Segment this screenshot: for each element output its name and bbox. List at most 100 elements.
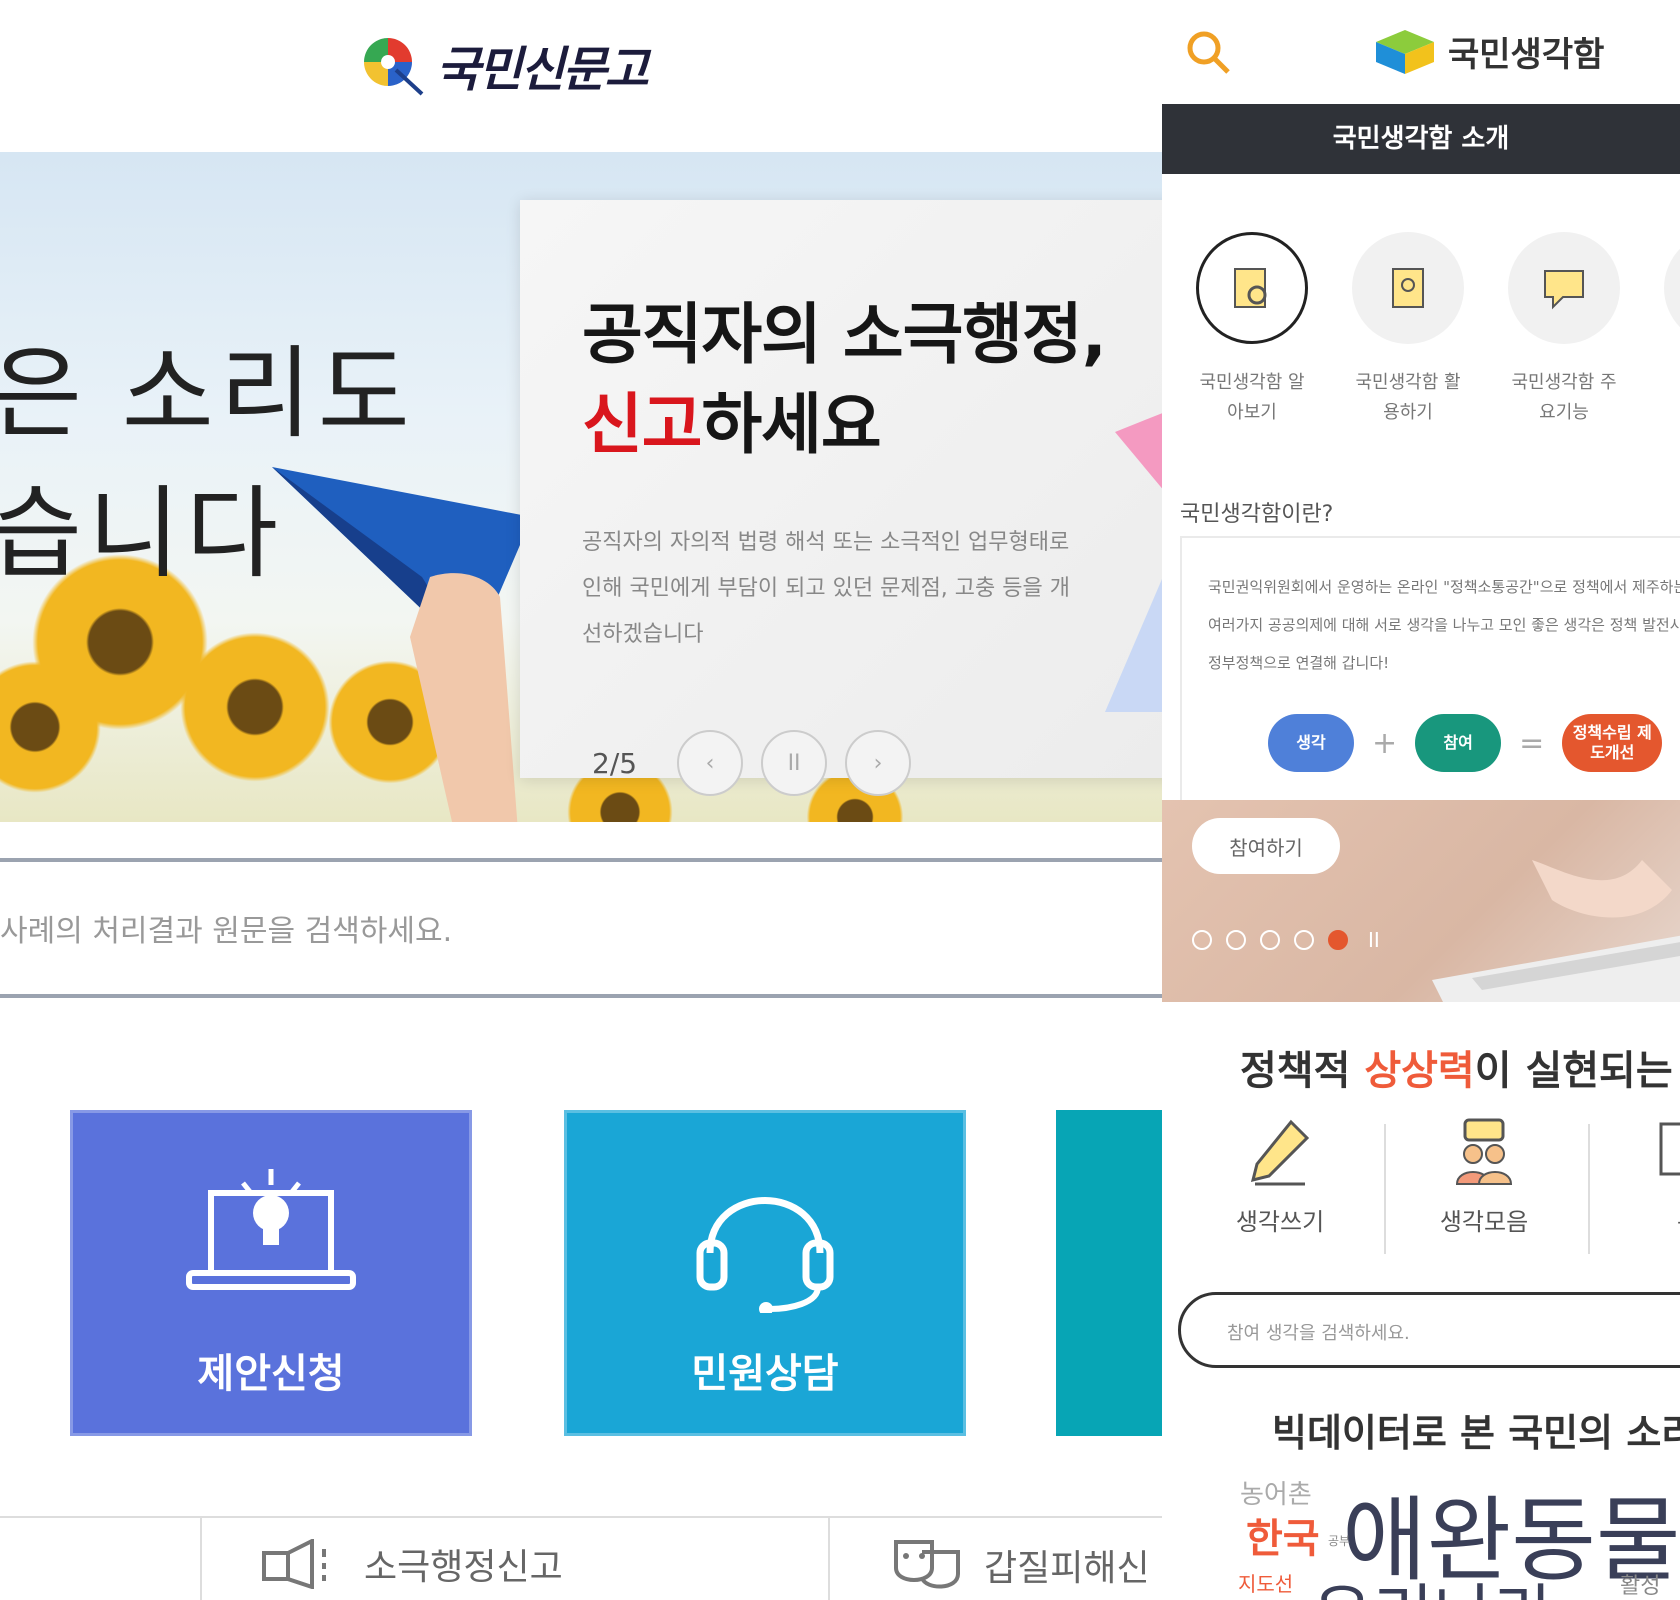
hero-background-text-2: 습니다 (0, 478, 284, 590)
mobile-header: 국민생각함 (1162, 0, 1680, 104)
bottom-quick-links: 소극행정신고 갑질피해신 (0, 1516, 1162, 1600)
participate-button[interactable]: 참여하기 (1192, 818, 1340, 874)
slide-dot-5[interactable] (1328, 930, 1348, 950)
feature-icons: 생각쓰기 생각모음 특 (1162, 1118, 1680, 1258)
menu-features[interactable]: 국민생각함 주요기능 (1508, 232, 1620, 428)
tile-proposal[interactable]: 제안신청 (70, 1110, 472, 1436)
intro-box: 국민권익위원회에서 운영하는 온라인 "정책소통공간"으로 정책에서 제주하는 … (1180, 536, 1680, 802)
pill-policy: 정책수립 제도개선 (1562, 714, 1663, 772)
id-card-icon (1392, 268, 1424, 308)
slide-dot-4[interactable] (1294, 930, 1314, 950)
menu-learn[interactable]: 국민생각함 알아보기 (1196, 232, 1308, 428)
menu-use[interactable]: 국민생각함 활용하기 (1352, 232, 1464, 428)
link-power-abuse-report[interactable]: 갑질피해신 (892, 1538, 1150, 1592)
search-placeholder: 사례의 처리결과 원문을 검색하세요. (0, 914, 453, 949)
menu-use-label: 국민생각함 활용하기 (1355, 372, 1461, 423)
slide-dot-3[interactable] (1260, 930, 1280, 950)
banner-pagination: II (1192, 928, 1380, 952)
cube-logo-icon (1376, 30, 1434, 74)
carousel-pause-button[interactable]: II (761, 730, 828, 796)
hero-title: 공직자의 소극행정, 신고하세요 (582, 290, 1107, 470)
plus-sign: + (1372, 725, 1398, 761)
carousel-prev-button[interactable]: ‹ (677, 730, 744, 796)
slide-dot-1[interactable] (1192, 930, 1212, 950)
megaphone-icon (262, 1539, 326, 1589)
link-passive-admin-report[interactable]: 소극행정신고 (262, 1538, 563, 1590)
sinmungo-logo-text: 국민신문고 (436, 42, 649, 98)
tile-consultation-label: 민원상담 (691, 1351, 839, 1397)
headset-icon (696, 1197, 834, 1313)
word-cloud-term[interactable]: 공부 (1328, 1532, 1350, 1549)
equals-sign: = (1519, 725, 1545, 761)
headline-after: 이 실현되는 (1474, 1048, 1673, 1094)
menu-fourth[interactable]: 정 (1664, 232, 1680, 428)
saenggakham-logo-text: 국민생각함 (1448, 34, 1605, 75)
tile-consultation[interactable]: 민원상담 (564, 1110, 966, 1436)
section-headline: 정책적 상상력이 실현되는 (1240, 1038, 1673, 1096)
hero-title-rest: 하세요 (701, 386, 881, 463)
pill-thought: 생각 (1268, 714, 1354, 772)
intro-menu: 국민생각함 알아보기 국민생각함 활용하기 국민생각함 주요기능 정 (1196, 232, 1680, 428)
slide-dot-2[interactable] (1226, 930, 1246, 950)
bigdata-title: 빅데이터로 본 국민의 소리 (1272, 1411, 1680, 1455)
saenggakham-logo[interactable]: 국민생각함 (1374, 26, 1604, 76)
feature-collection[interactable]: 생각모음 (1394, 1118, 1574, 1237)
tile-third[interactable] (1056, 1110, 1162, 1436)
feature-special-label: 특 (1598, 1202, 1680, 1237)
people-icon (1455, 1118, 1513, 1185)
intro-question: 국민생각함이란? (1180, 502, 1334, 527)
hero-title-highlight: 신고 (582, 386, 702, 463)
formula: 생각 + 참여 = 정책수립 제도개선 (1268, 714, 1663, 772)
divider (1588, 1124, 1590, 1254)
menu-features-label: 국민생각함 주요기능 (1511, 372, 1617, 423)
feature-write[interactable]: 생각쓰기 (1190, 1118, 1370, 1237)
menu-fourth-label: 정 (1664, 368, 1680, 398)
pill-participation: 참여 (1415, 714, 1502, 772)
menu-learn-label: 국민생각함 알아보기 (1199, 372, 1305, 423)
taegeuk-pinwheel-icon (360, 32, 426, 98)
tile-proposal-label: 제안신청 (197, 1351, 345, 1397)
intro-bar: 국민생각함 소개 (1162, 104, 1680, 174)
feature-special[interactable]: 특 (1598, 1118, 1680, 1237)
banner-pause-button[interactable]: II (1368, 928, 1380, 952)
word-cloud-term[interactable]: 활성 (1620, 1568, 1660, 1600)
link-passive-admin-report-label: 소극행정신고 (364, 1547, 563, 1588)
feature-collection-label: 생각모음 (1439, 1208, 1529, 1236)
screenshot-collage: 국민신문고 은 소리도 습니다 공직자의 소극행정, 신고하세요 공직자의 자의… (0, 0, 1680, 1600)
divider (1384, 1124, 1386, 1254)
decorative-shapes (1105, 413, 1162, 712)
laptop-lightbulb-icon (186, 1169, 356, 1290)
hero-background-text-1: 은 소리도 (0, 338, 416, 450)
carousel-page-indicator: 2/5 (592, 746, 638, 780)
hero-title-line1: 공직자의 소극행정, (582, 296, 1107, 373)
hero-description: 공직자의 자의적 법령 해석 또는 소극적인 업무형태로 인해 국민에게 부담이… (582, 530, 1070, 647)
idea-search-placeholder: 참여 생각을 검색하세요. (1227, 1323, 1410, 1344)
hero-banner: 은 소리도 습니다 공직자의 소극행정, 신고하세요 공직자의 자의적 법령 해… (0, 152, 1162, 822)
document-icon (1659, 1122, 1680, 1176)
word-cloud-term[interactable]: 한국 (1246, 1506, 1320, 1564)
word-cloud: 농어촌 한국 애완동물 지도선 우리나라 활성 공부 (1162, 1460, 1680, 1600)
divider (200, 1518, 202, 1600)
participate-banner: 참여하기 II (1162, 800, 1680, 1002)
speech-bubble-icon (1544, 270, 1584, 310)
intro-text: 국민권익위원회에서 운영하는 온라인 "정책소통공간"으로 정책에서 제주하는 … (1208, 578, 1680, 672)
carousel-next-button[interactable]: › (845, 730, 912, 796)
document-search-icon (1234, 268, 1267, 308)
laptop-hand-illustration (1432, 860, 1680, 1002)
divider (828, 1518, 830, 1600)
pencil-icon (1250, 1119, 1310, 1186)
hand-illustration (410, 573, 518, 822)
sinmungo-panel: 국민신문고 은 소리도 습니다 공직자의 소극행정, 신고하세요 공직자의 자의… (0, 0, 1162, 1600)
idea-search-input[interactable]: 참여 생각을 검색하세요. (1178, 1292, 1680, 1368)
headline-before: 정책적 (1240, 1048, 1365, 1094)
sinmungo-logo[interactable]: 국민신문고 (360, 30, 649, 100)
word-cloud-term[interactable]: 지도선 (1238, 1568, 1293, 1597)
feature-write-label: 생각쓰기 (1235, 1208, 1325, 1236)
search-bar[interactable]: 사례의 처리결과 원문을 검색하세요. (0, 858, 1162, 998)
saenggakham-panel: 국민생각함 국민생각함 소개 국민생각함 알아보기 국민생각함 활용하기 국민생… (1162, 0, 1680, 1600)
headline-highlight: 상상력 (1364, 1048, 1475, 1094)
mask-icon (894, 1540, 960, 1589)
search-icon[interactable] (1184, 28, 1232, 76)
link-power-abuse-report-label: 갑질피해신 (984, 1548, 1150, 1589)
word-cloud-term[interactable]: 우리나라 (1312, 1562, 1555, 1600)
